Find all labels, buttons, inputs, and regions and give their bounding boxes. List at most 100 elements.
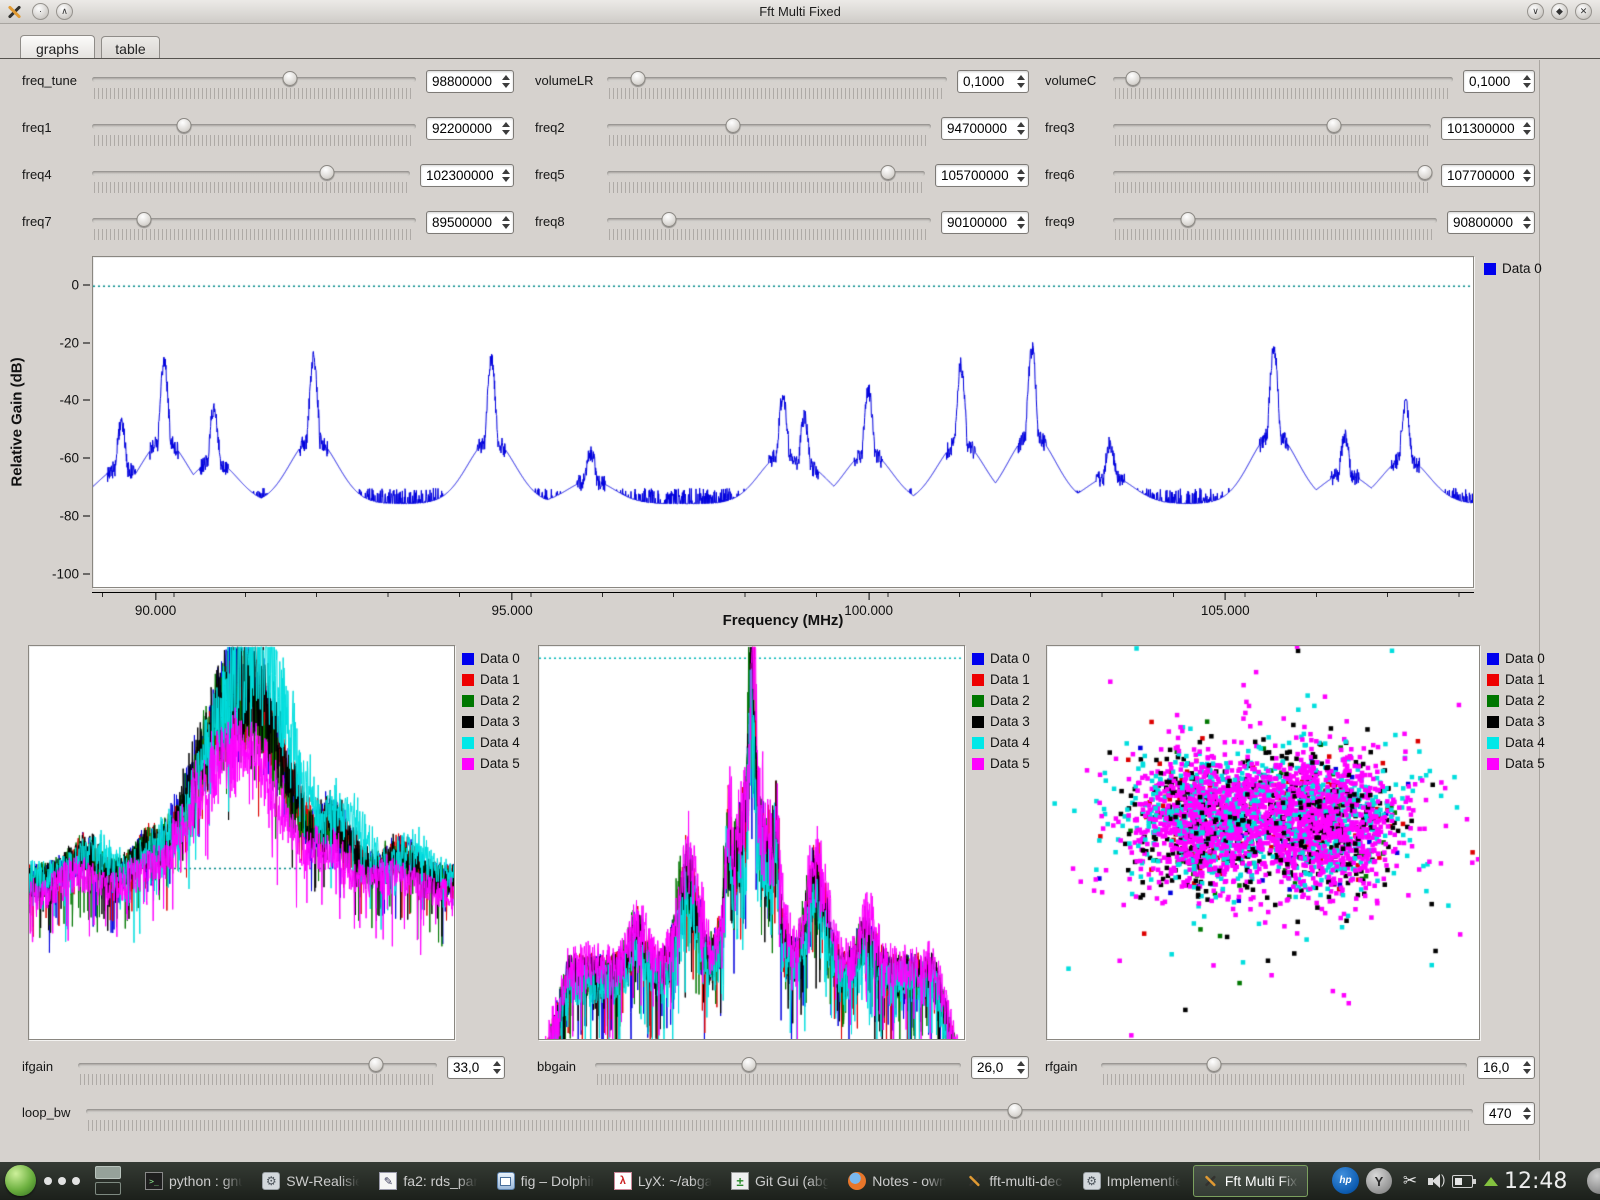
volumeLR-spinbox[interactable]: 0,1000 <box>957 70 1029 93</box>
rfgain-slider[interactable] <box>1101 1056 1467 1088</box>
tray-partial-icon[interactable] <box>1587 1168 1600 1194</box>
volume-icon[interactable]: ) <box>1426 1168 1448 1194</box>
spin-up-icon[interactable] <box>1523 169 1531 174</box>
start-menu-button[interactable] <box>5 1165 36 1196</box>
freq3-handle[interactable] <box>1327 118 1342 133</box>
loop_bw-handle[interactable] <box>1008 1103 1023 1118</box>
workspace-pager[interactable] <box>95 1166 121 1196</box>
y-tray-icon[interactable]: Y <box>1366 1168 1392 1194</box>
spin-down-icon[interactable] <box>502 224 510 229</box>
task-fig-dolphin[interactable]: fig – Dolphin <box>490 1165 603 1197</box>
battery-icon[interactable] <box>1452 1175 1473 1188</box>
pager-dot[interactable] <box>44 1177 52 1185</box>
spin-down-icon[interactable] <box>502 130 510 135</box>
spin-down-icon[interactable] <box>1523 130 1531 135</box>
bbgain-slider[interactable] <box>595 1056 961 1088</box>
spin-up-icon[interactable] <box>493 1061 501 1066</box>
freq9-spinbox[interactable]: 90800000 <box>1447 211 1535 234</box>
spin-down-icon[interactable] <box>1017 177 1025 182</box>
spin-down-icon[interactable] <box>1523 1069 1531 1074</box>
workspace-1[interactable] <box>95 1166 121 1179</box>
spin-up-icon[interactable] <box>1523 1107 1531 1112</box>
spinbox-arrows[interactable] <box>1521 216 1534 229</box>
spinbox-arrows[interactable] <box>500 216 513 229</box>
spinbox-arrows[interactable] <box>1521 169 1534 182</box>
task-implementierung[interactable]: Implementieru <box>1076 1165 1189 1197</box>
freq_tune-spinbox[interactable]: 98800000 <box>426 70 514 93</box>
spin-up-icon[interactable] <box>502 75 510 80</box>
rfgain-spinbox[interactable]: 16,0 <box>1477 1056 1535 1079</box>
spinbox-arrows[interactable] <box>1521 75 1534 88</box>
volumeC-spinbox[interactable]: 0,1000 <box>1463 70 1535 93</box>
freq9-slider[interactable] <box>1113 211 1437 243</box>
bbgain-spinbox[interactable]: 26,0 <box>971 1056 1029 1079</box>
maximize-button[interactable]: ◆ <box>1551 3 1568 20</box>
freq_tune-handle[interactable] <box>282 71 297 86</box>
spin-down-icon[interactable] <box>1523 224 1531 229</box>
freq2-slider[interactable] <box>607 117 931 149</box>
spin-down-icon[interactable] <box>502 83 510 88</box>
spinbox-arrows[interactable] <box>500 169 513 182</box>
spinbox-arrows[interactable] <box>1015 216 1028 229</box>
spinbox-arrows[interactable] <box>1015 122 1028 135</box>
freq6-slider[interactable] <box>1113 164 1431 196</box>
freq6-spinbox[interactable]: 107700000 <box>1441 164 1535 187</box>
freq4-spinbox[interactable]: 102300000 <box>420 164 514 187</box>
rfgain-handle[interactable] <box>1207 1057 1222 1072</box>
spin-down-icon[interactable] <box>502 177 510 182</box>
ifgain-handle[interactable] <box>368 1057 383 1072</box>
spin-down-icon[interactable] <box>1017 130 1025 135</box>
freq8-slider[interactable] <box>607 211 931 243</box>
spinbox-arrows[interactable] <box>1521 1061 1534 1074</box>
spin-up-icon[interactable] <box>502 169 510 174</box>
spinbox-arrows[interactable] <box>1015 75 1028 88</box>
spin-up-icon[interactable] <box>1017 169 1025 174</box>
task-sw-realisierung[interactable]: SW-Realisieru <box>255 1165 368 1197</box>
freq1-handle[interactable] <box>177 118 192 133</box>
loop_bw-spinbox[interactable]: 470 <box>1483 1102 1535 1125</box>
spin-down-icon[interactable] <box>1017 224 1025 229</box>
spin-down-icon[interactable] <box>1523 83 1531 88</box>
pager-dot[interactable] <box>58 1177 66 1185</box>
freq3-spinbox[interactable]: 101300000 <box>1441 117 1535 140</box>
clipboard-scissors-icon[interactable]: ✂ <box>1399 1168 1421 1194</box>
freq3-slider[interactable] <box>1113 117 1431 149</box>
spinbox-arrows[interactable] <box>500 75 513 88</box>
freq8-spinbox[interactable]: 90100000 <box>941 211 1029 234</box>
hp-tray-icon[interactable]: hp <box>1332 1167 1359 1194</box>
spinbox-arrows[interactable] <box>500 122 513 135</box>
window-titlebar[interactable]: · ∧ Fft Multi Fixed ∨ ◆ ✕ <box>0 0 1600 24</box>
spinbox-arrows[interactable] <box>491 1061 504 1074</box>
task-lyx[interactable]: LyX: ~/abgabe <box>607 1165 720 1197</box>
task-fft-multi-fixed[interactable]: Fft Multi Fixed <box>1193 1165 1308 1197</box>
ifgain-spinbox[interactable]: 33,0 <box>447 1056 505 1079</box>
freq4-handle[interactable] <box>320 165 335 180</box>
tray-expand-icon[interactable] <box>1484 1177 1498 1186</box>
freq5-slider[interactable] <box>607 164 925 196</box>
minimize-button[interactable]: ∨ <box>1527 3 1544 20</box>
spin-up-icon[interactable] <box>1523 1061 1531 1066</box>
task-fft-multi-decoder[interactable]: fft-multi-deco <box>958 1165 1071 1197</box>
freq7-slider[interactable] <box>92 211 416 243</box>
spin-up-icon[interactable] <box>502 122 510 127</box>
spin-up-icon[interactable] <box>1017 75 1025 80</box>
freq2-spinbox[interactable]: 94700000 <box>941 117 1029 140</box>
spin-up-icon[interactable] <box>1017 1061 1025 1066</box>
task-fa2-rds-parser[interactable]: fa2: rds_pars <box>372 1165 485 1197</box>
volumeC-slider[interactable] <box>1113 70 1453 102</box>
freq9-handle[interactable] <box>1180 212 1195 227</box>
spin-down-icon[interactable] <box>493 1069 501 1074</box>
freq8-handle[interactable] <box>661 212 676 227</box>
pager-dot[interactable] <box>72 1177 80 1185</box>
bbgain-handle[interactable] <box>741 1057 756 1072</box>
freq1-slider[interactable] <box>92 117 416 149</box>
freq7-spinbox[interactable]: 89500000 <box>426 211 514 234</box>
spin-up-icon[interactable] <box>1017 122 1025 127</box>
spin-up-icon[interactable] <box>502 216 510 221</box>
task-git-gui[interactable]: Git Gui (abga <box>724 1165 837 1197</box>
spinbox-arrows[interactable] <box>1015 1061 1028 1074</box>
spin-down-icon[interactable] <box>1017 1069 1025 1074</box>
ifgain-slider[interactable] <box>78 1056 437 1088</box>
freq7-handle[interactable] <box>136 212 151 227</box>
freq1-spinbox[interactable]: 92200000 <box>426 117 514 140</box>
